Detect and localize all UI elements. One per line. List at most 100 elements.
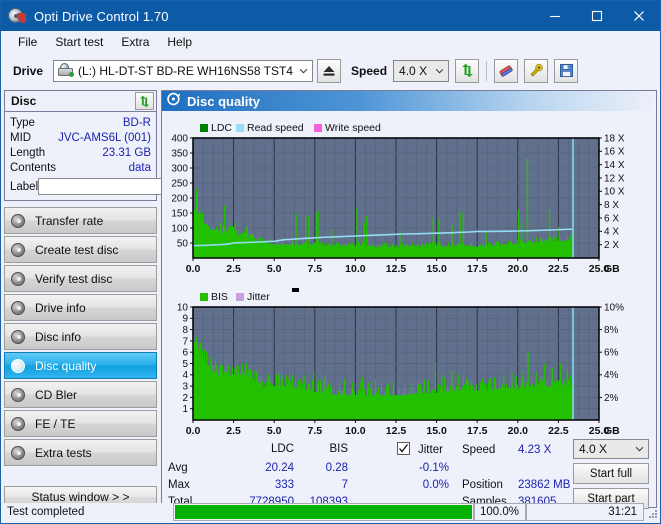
chevron-down-icon — [435, 61, 444, 81]
sidebar-label-extra-tests: Extra tests — [35, 446, 92, 460]
svg-text:350: 350 — [171, 149, 188, 160]
stats-row-label-avg: Avg — [168, 462, 188, 474]
svg-text:8 X: 8 X — [604, 200, 619, 211]
eject-button[interactable] — [317, 59, 341, 83]
disc-label-row: Label — [10, 177, 151, 196]
svg-text:2 X: 2 X — [604, 240, 619, 251]
svg-text:GB: GB — [604, 425, 620, 437]
svg-text:2.5: 2.5 — [226, 263, 241, 275]
chevron-down-icon — [299, 61, 308, 81]
svg-text:10%: 10% — [604, 303, 624, 314]
svg-text:17.5: 17.5 — [467, 425, 488, 437]
stats-jitter-max: 0.0% — [392, 479, 449, 491]
svg-text:8: 8 — [182, 325, 188, 336]
svg-text:20.0: 20.0 — [508, 425, 529, 437]
start-full-button[interactable]: Start full — [573, 463, 649, 484]
left-spacer — [4, 468, 157, 482]
sidebar-item-transfer-rate[interactable]: Transfer rate — [4, 207, 157, 234]
disc-key-length: Length — [10, 147, 45, 159]
sidebar-label-disc-info: Disc info — [35, 330, 81, 344]
svg-text:6: 6 — [182, 348, 188, 359]
sidebar-label-cd-bler: CD Bler — [35, 388, 77, 402]
svg-text:8%: 8% — [604, 325, 619, 336]
svg-text:7.5: 7.5 — [307, 425, 322, 437]
svg-text:200: 200 — [171, 194, 188, 205]
svg-text:10: 10 — [177, 303, 189, 314]
svg-text:2%: 2% — [604, 393, 619, 404]
disc-value-mid: JVC-AMS6L (001) — [58, 132, 151, 144]
app-icon — [8, 7, 26, 25]
resize-grip-icon[interactable] — [646, 505, 658, 519]
svg-text:20.0: 20.0 — [508, 263, 529, 275]
svg-text:6 X: 6 X — [604, 214, 619, 225]
menu-bar: File Start test Extra Help — [1, 31, 660, 53]
svg-text:100: 100 — [171, 224, 188, 235]
stats-speed-label: Speed — [462, 444, 495, 456]
svg-text:Read speed: Read speed — [247, 122, 304, 134]
menu-help[interactable]: Help — [158, 33, 201, 51]
save-button[interactable] — [554, 59, 578, 83]
svg-text:7: 7 — [182, 337, 188, 348]
jitter-checkbox[interactable] — [397, 442, 410, 455]
disc-row-mid: MID JVC-AMS6L (001) — [10, 130, 151, 145]
test-speed-select[interactable]: 4.0 X — [573, 439, 649, 459]
sidebar-item-extra-tests[interactable]: Extra tests — [4, 439, 157, 466]
sidebar-item-drive-info[interactable]: Drive info — [4, 294, 157, 321]
drive-icon — [57, 63, 74, 78]
stats-bis-avg: 0.28 — [298, 462, 348, 474]
svg-text:10.0: 10.0 — [345, 425, 366, 437]
drive-toolbar: Drive (L:) HL-DT-ST BD-RE WH16NS58 TST4 … — [1, 53, 660, 88]
progress-percent: 100.0% — [474, 503, 526, 521]
app-window: Opti Drive Control 1.70 File Start test … — [0, 0, 661, 524]
window-title: Opti Drive Control 1.70 — [34, 9, 169, 24]
disc-value-type: BD-R — [123, 117, 151, 129]
svg-text:17.5: 17.5 — [467, 263, 488, 275]
elapsed-time: 31:21 — [526, 503, 644, 521]
maximize-icon[interactable] — [576, 1, 618, 31]
drive-select[interactable]: (L:) HL-DT-ST BD-RE WH16NS58 TST4 — [53, 60, 313, 82]
menu-extra[interactable]: Extra — [112, 33, 158, 51]
sidebar-item-cd-bler[interactable]: CD Bler — [4, 381, 157, 408]
sidebar-label-fe-te: FE / TE — [35, 417, 75, 431]
sidebar-item-create-test-disc[interactable]: Create test disc — [4, 236, 157, 263]
refresh-button[interactable] — [455, 59, 479, 83]
tools-button[interactable] — [524, 59, 548, 83]
sidebar-item-disc-info[interactable]: Disc info — [4, 323, 157, 350]
close-icon[interactable] — [618, 1, 660, 31]
svg-text:4%: 4% — [604, 371, 619, 382]
disc-value-contents: data — [129, 162, 151, 174]
svg-text:0.0: 0.0 — [186, 263, 201, 275]
svg-text:2: 2 — [182, 393, 188, 404]
svg-text:14 X: 14 X — [604, 160, 625, 171]
jitter-label: Jitter — [418, 444, 443, 456]
panel-title: Disc quality — [187, 94, 260, 109]
svg-text:22.5: 22.5 — [548, 263, 569, 275]
svg-text:Jitter: Jitter — [247, 291, 270, 303]
disc-icon — [11, 359, 29, 373]
svg-text:12.5: 12.5 — [386, 263, 407, 275]
menu-file[interactable]: File — [9, 33, 46, 51]
speed-select[interactable]: 4.0 X — [393, 60, 449, 82]
status-message: Test completed — [3, 503, 173, 521]
svg-text:3: 3 — [182, 382, 188, 393]
sidebar-item-disc-quality[interactable]: Disc quality — [4, 352, 157, 379]
menu-start-test[interactable]: Start test — [46, 33, 112, 51]
disc-row-length: Length 23.31 GB — [10, 145, 151, 160]
status-bar: Test completed 100.0% 31:21 — [3, 503, 658, 521]
svg-text:250: 250 — [171, 179, 188, 190]
disc-icon — [11, 214, 29, 228]
svg-text:6%: 6% — [604, 348, 619, 359]
sidebar-item-fe-te[interactable]: FE / TE — [4, 410, 157, 437]
sidebar-label-create-test-disc: Create test disc — [35, 243, 118, 257]
disc-key-type: Type — [10, 117, 35, 129]
svg-text:5: 5 — [182, 359, 188, 370]
erase-button[interactable] — [494, 59, 518, 83]
stats-panel: LDC BIS Avg Max Total 20.24 333 7728950 … — [162, 437, 656, 507]
svg-text:4 X: 4 X — [604, 227, 619, 238]
minimize-icon[interactable] — [534, 1, 576, 31]
title-bar: Opti Drive Control 1.70 — [1, 1, 660, 31]
disc-refresh-button[interactable] — [135, 92, 154, 110]
disc-row-type: Type BD-R — [10, 115, 151, 130]
sidebar-item-verify-test-disc[interactable]: Verify test disc — [4, 265, 157, 292]
disc-icon — [11, 446, 29, 460]
